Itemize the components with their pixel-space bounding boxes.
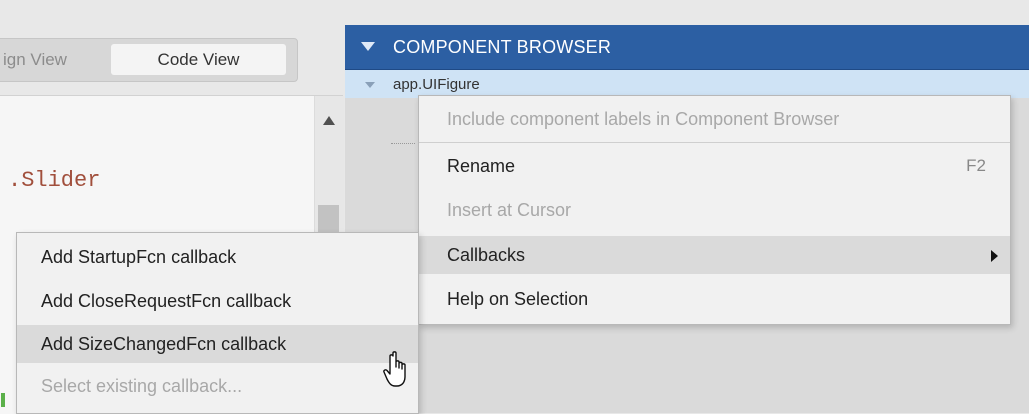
menu-item-label: Add CloseRequestFcn callback (41, 291, 292, 311)
menu-item-label: Include component labels in Component Br… (447, 109, 840, 129)
triangle-down-icon[interactable] (361, 42, 375, 51)
component-browser-title: COMPONENT BROWSER (393, 37, 612, 57)
menu-item-add-closerequestfcn[interactable]: Add CloseRequestFcn callback (17, 282, 418, 320)
tree-item-label: app.UIFigure (393, 76, 480, 93)
triangle-right-icon (991, 250, 998, 262)
status-indicator (1, 393, 5, 407)
menu-item-label: Add StartupFcn callback (41, 247, 237, 267)
code-line: .Slider (8, 168, 101, 193)
menu-item-label: Help on Selection (447, 289, 589, 309)
context-menu: Include component labels in Component Br… (418, 95, 1011, 325)
code-view-tab[interactable]: Code View (111, 44, 286, 75)
menu-item-callbacks[interactable]: Callbacks (419, 236, 1010, 274)
tree-connector-line (391, 143, 415, 144)
menu-item-add-startupfcn[interactable]: Add StartupFcn callback (17, 238, 418, 276)
view-switcher: ign View Code View (0, 38, 298, 82)
tree-item-app-uifigure[interactable]: app.UIFigure (345, 70, 1029, 98)
menu-item-help-on-selection[interactable]: Help on Selection (419, 280, 1010, 318)
shortcut-label: F2 (966, 156, 986, 175)
menu-item-label: Callbacks (447, 245, 526, 265)
tree-expand-icon[interactable] (365, 82, 375, 88)
hand-pointer-icon (383, 351, 406, 387)
menu-item-select-existing-callback: Select existing callback... (17, 367, 418, 405)
menu-item-include-labels: Include component labels in Component Br… (419, 100, 1010, 138)
menu-item-label: Rename (447, 156, 516, 176)
scroll-up-icon[interactable] (323, 116, 335, 125)
menu-item-insert-at-cursor: Insert at Cursor (419, 191, 1010, 229)
view-toolbar: ign View Code View (0, 0, 343, 95)
menu-separator (419, 142, 1010, 143)
menu-item-rename[interactable]: Rename F2 (419, 147, 1010, 185)
menu-item-label: Add SizeChangedFcn callback (41, 334, 287, 354)
menu-item-add-sizechangedfcn[interactable]: Add SizeChangedFcn callback (17, 325, 418, 363)
callbacks-submenu: Add StartupFcn callback Add CloseRequest… (16, 232, 419, 414)
component-browser-header[interactable]: COMPONENT BROWSER (345, 25, 1029, 70)
menu-item-label: Insert at Cursor (447, 200, 572, 220)
design-view-tab[interactable]: ign View (3, 47, 103, 73)
menu-item-label: Select existing callback... (41, 376, 243, 396)
